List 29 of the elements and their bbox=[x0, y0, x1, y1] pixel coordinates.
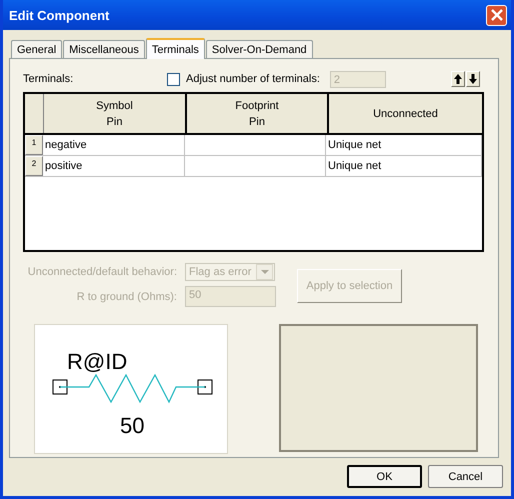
value-label: 50 bbox=[120, 413, 144, 438]
table-cell: positive bbox=[45, 160, 82, 172]
behavior-label: Unconnected/default behavior: bbox=[26, 266, 177, 278]
window-title: Edit Component bbox=[9, 8, 110, 22]
column-header[interactable]: Symbol Pin bbox=[44, 94, 187, 133]
table-cell: Unique net bbox=[328, 160, 382, 172]
cancel-button[interactable]: Cancel bbox=[428, 465, 503, 488]
tab[interactable]: Terminals bbox=[146, 38, 205, 59]
move-up-button[interactable] bbox=[451, 71, 465, 87]
close-icon bbox=[490, 9, 502, 21]
adjust-label: Adjust number of terminals: bbox=[186, 73, 320, 85]
column-header[interactable]: Unconnected bbox=[329, 94, 482, 133]
tab[interactable]: General bbox=[11, 40, 62, 58]
row-header[interactable]: 2 bbox=[25, 156, 43, 176]
down-arrow-icon bbox=[468, 73, 478, 85]
move-down-button[interactable] bbox=[466, 71, 480, 87]
up-arrow-icon bbox=[453, 73, 463, 85]
close-button[interactable] bbox=[486, 4, 507, 26]
row-header[interactable]: 1 bbox=[25, 135, 43, 155]
table-cell: Unique net bbox=[328, 139, 382, 151]
table-cell: negative bbox=[45, 139, 87, 151]
tab[interactable]: Solver-On-Demand bbox=[206, 40, 313, 58]
ok-button[interactable]: OK bbox=[347, 465, 422, 488]
dropdown-arrow-icon bbox=[260, 270, 268, 274]
column-header[interactable]: Footprint Pin bbox=[187, 94, 329, 133]
tab[interactable]: Miscellaneous bbox=[63, 40, 145, 58]
terminals-label: Terminals: bbox=[23, 73, 74, 85]
r-ground-label: R to ground (Ohms): bbox=[76, 290, 177, 302]
reference-label: R@ID bbox=[67, 349, 128, 374]
